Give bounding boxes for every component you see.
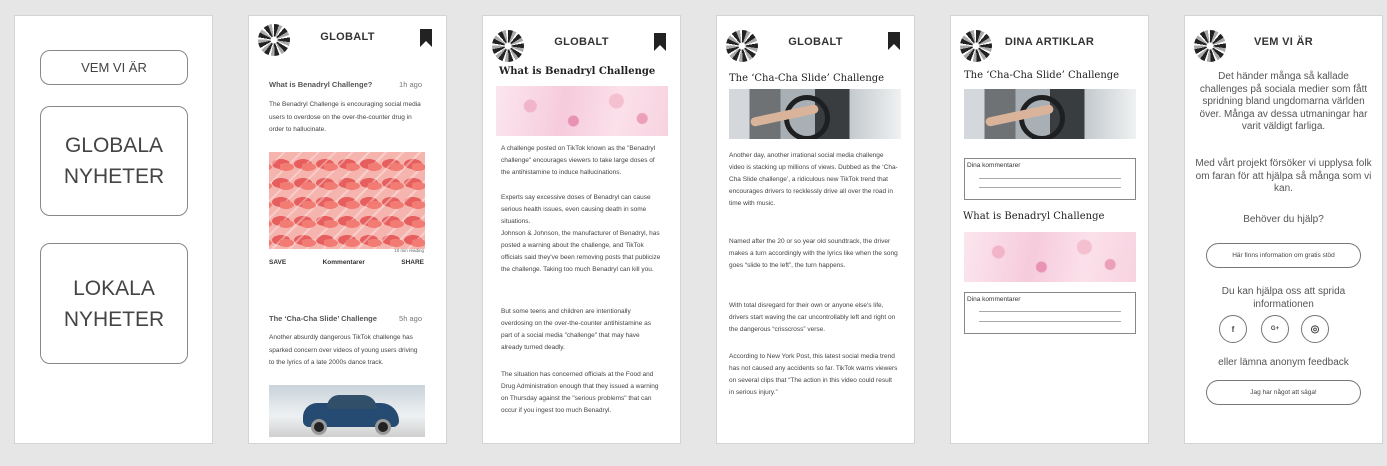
article-image bbox=[729, 89, 901, 139]
local-news-label: LOKALA NYHETER bbox=[63, 276, 165, 331]
article-image bbox=[496, 86, 668, 136]
bookmark-icon[interactable] bbox=[420, 29, 432, 47]
about-project: Med vårt projekt försöker vi upplysa fol… bbox=[1195, 158, 1372, 195]
about-us-label: VEM VI ÄR bbox=[81, 60, 147, 75]
comments-label: Dina kommentarer bbox=[967, 296, 1021, 303]
feed-item-summary: Another absurdly dangerous TikTok challe… bbox=[269, 334, 418, 367]
saved-article-title[interactable]: The ‘Cha-Cha Slide’ Challenge bbox=[964, 70, 1119, 81]
saved-article-image[interactable] bbox=[964, 232, 1136, 282]
global-news-button[interactable]: GLOBALA NYHETER bbox=[40, 106, 188, 216]
feed-item-header: What is Benadryl Challenge? 1h ago bbox=[269, 80, 422, 89]
article-paragraph: But some teens and children are intentio… bbox=[501, 308, 651, 351]
feed-item-summary: The Benadryl Challenge is encouraging so… bbox=[269, 101, 421, 134]
car-image[interactable] bbox=[269, 385, 425, 437]
article-paragraph: A challenge posted on TikTok known as th… bbox=[501, 145, 656, 176]
article-paragraph: The situation has concerned officials at… bbox=[501, 371, 659, 414]
reading-time: 10 min reading bbox=[394, 248, 424, 253]
page-title: DINA ARTIKLAR bbox=[1004, 36, 1095, 48]
app-header: GLOBALT bbox=[249, 16, 446, 64]
page-title: VEM VI ÄR bbox=[1254, 36, 1313, 48]
free-support-button[interactable]: Här finns information om gratis stöd bbox=[1206, 243, 1361, 268]
share-button[interactable]: SHARE bbox=[401, 259, 424, 266]
article-title: What is Benadryl Challenge bbox=[499, 66, 656, 77]
feedback-button[interactable]: Jag har något att säga! bbox=[1206, 380, 1361, 405]
comments-box[interactable]: Dina kommentarer bbox=[964, 292, 1136, 334]
feedback-button-label: Jag har något att säga! bbox=[1250, 389, 1317, 396]
free-support-label: Här finns information om gratis stöd bbox=[1232, 252, 1335, 259]
bookmark-icon[interactable] bbox=[888, 32, 900, 50]
screen-my-articles: DINA ARTIKLAR The ‘Cha-Cha Slide’ Challe… bbox=[950, 15, 1149, 444]
page-title: GLOBALT bbox=[554, 36, 609, 48]
feed-item-time: 5h ago bbox=[399, 314, 422, 323]
save-button[interactable]: SAVE bbox=[269, 259, 286, 266]
feed-item-header: The ‘Cha-Cha Slide’ Challenge 5h ago bbox=[269, 314, 422, 323]
instagram-icon[interactable]: ◎ bbox=[1301, 315, 1329, 343]
facebook-icon[interactable]: f bbox=[1219, 315, 1247, 343]
screen-about-us: VEM VI ÄR Det händer många så kallade ch… bbox=[1184, 15, 1383, 444]
about-us-button[interactable]: VEM VI ÄR bbox=[40, 50, 188, 85]
pills-image[interactable] bbox=[269, 152, 425, 249]
screen-global-feed: GLOBALT What is Benadryl Challenge? 1h a… bbox=[248, 15, 447, 444]
help-question: Behöver du hjälp? bbox=[1243, 214, 1324, 225]
feed-actions: SAVE Kommentarer SHARE bbox=[269, 259, 424, 266]
local-news-button[interactable]: LOKALA NYHETER bbox=[40, 243, 188, 364]
app-header: GLOBALT bbox=[483, 16, 680, 64]
page-title: GLOBALT bbox=[320, 31, 375, 43]
screen-article-benadryl: GLOBALT What is Benadryl Challenge A cha… bbox=[482, 15, 681, 444]
saved-article-image[interactable] bbox=[964, 89, 1136, 139]
screen-menu: VEM VI ÄR GLOBALA NYHETER LOKALA NYHETER bbox=[14, 15, 213, 444]
bookmark-icon[interactable] bbox=[654, 33, 666, 51]
feed-item-time: 1h ago bbox=[399, 80, 422, 89]
article-paragraph: Experts say excessive doses of Benadryl … bbox=[501, 194, 651, 225]
screen-article-chacha: GLOBALT The ‘Cha-Cha Slide’ Challenge An… bbox=[716, 15, 915, 444]
app-header: GLOBALT bbox=[717, 16, 914, 64]
page-title: GLOBALT bbox=[788, 36, 843, 48]
global-news-label: GLOBALA NYHETER bbox=[63, 134, 165, 188]
article-paragraph: With total disregard for their own or an… bbox=[729, 302, 896, 333]
article-title: The ‘Cha-Cha Slide’ Challenge bbox=[729, 73, 885, 84]
saved-article-title[interactable]: What is Benadryl Challenge bbox=[963, 211, 1104, 222]
comments-button[interactable]: Kommentarer bbox=[323, 259, 365, 266]
comments-box[interactable]: Dina kommentarer bbox=[964, 158, 1136, 200]
feed-item-title[interactable]: What is Benadryl Challenge? bbox=[269, 80, 372, 89]
app-header: VEM VI ÄR bbox=[1185, 16, 1382, 64]
article-paragraph: Johnson & Johnson, the manufacturer of B… bbox=[501, 230, 661, 273]
comments-label: Dina kommentarer bbox=[967, 162, 1021, 169]
article-paragraph: Named after the 20 or so year old soundt… bbox=[729, 238, 898, 269]
article-paragraph: Another day, another irrational social m… bbox=[729, 152, 898, 207]
feed-item-title[interactable]: The ‘Cha-Cha Slide’ Challenge bbox=[269, 314, 377, 323]
article-paragraph: According to New York Post, this latest … bbox=[729, 353, 898, 396]
google-plus-icon[interactable]: G+ bbox=[1261, 315, 1289, 343]
spread-info-text: Du kan hjälpa oss att sprida information… bbox=[1221, 286, 1346, 310]
about-intro: Det händer många så kallade challenges p… bbox=[1199, 71, 1368, 133]
app-header: DINA ARTIKLAR bbox=[951, 16, 1148, 64]
feedback-text: eller lämna anonym feedback bbox=[1218, 357, 1349, 368]
